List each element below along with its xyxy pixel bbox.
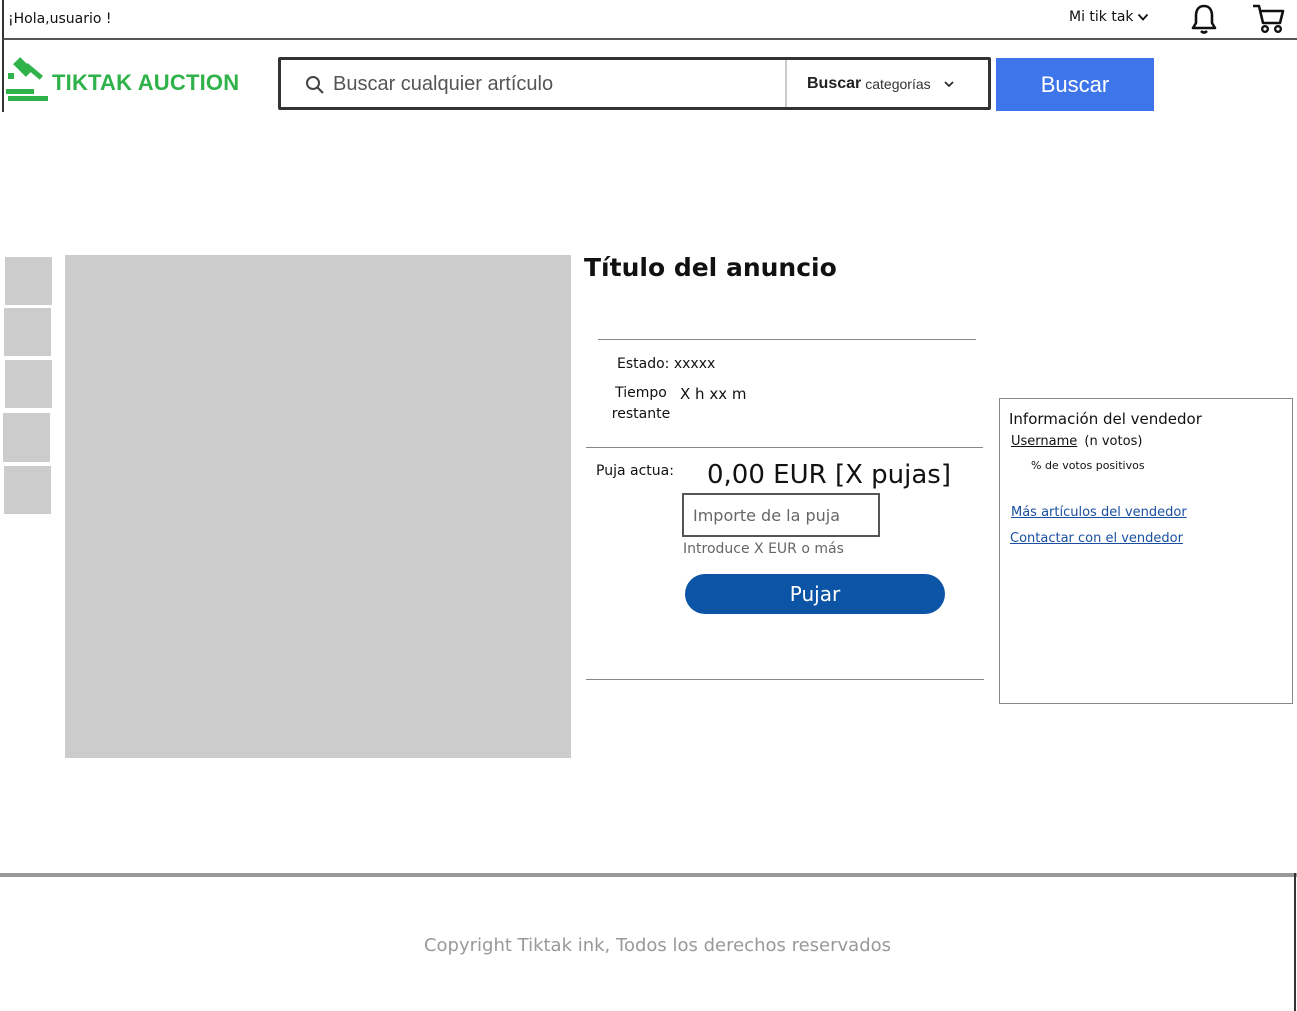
cart-icon[interactable] <box>1252 3 1286 35</box>
tiempo-restante-label: Tiempo restante <box>611 385 671 422</box>
more-seller-items-link[interactable]: Más artículos del vendedor <box>1011 505 1187 520</box>
seller-username-link[interactable]: Username <box>1011 434 1077 449</box>
top-bar: ¡Hola,usuario ! Mi tik tak <box>2 0 1297 40</box>
logo-text: TIKTAK AUCTION <box>52 70 240 95</box>
seller-user-row: Username (n votos) <box>1011 434 1142 449</box>
listing-title: Título del anuncio <box>584 253 837 282</box>
seller-votes: (n votos) <box>1084 434 1143 449</box>
gavel-logo-icon <box>6 57 48 101</box>
chevron-down-icon <box>1137 13 1148 21</box>
thumbnail-2[interactable] <box>4 308 51 356</box>
chevron-down-icon <box>944 80 954 87</box>
divider <box>586 447 983 448</box>
current-price: 0,00 EUR [X pujas] <box>707 460 951 490</box>
search-icon <box>306 76 324 94</box>
account-menu[interactable]: Mi tik tak <box>1069 9 1149 25</box>
copyright-text: Copyright Tiktak ink, Todos los derechos… <box>423 935 892 956</box>
estado-value: xxxxx <box>673 356 716 372</box>
category-select-label: categorías <box>865 75 931 92</box>
divider <box>598 339 976 340</box>
contact-seller-link[interactable]: Contactar con el vendedor <box>1010 531 1183 546</box>
bell-icon[interactable] <box>1190 3 1218 35</box>
thumbnail-5[interactable] <box>4 466 51 514</box>
greeting-text: ¡Hola,usuario ! <box>8 11 112 27</box>
bid-amount-input[interactable] <box>682 493 880 537</box>
thumbnail-1[interactable] <box>5 257 52 305</box>
footer-divider <box>0 873 1297 877</box>
search-bar: Buscar categorías <box>278 57 991 110</box>
search-button[interactable]: Buscar <box>996 58 1154 111</box>
thumbnail-4[interactable] <box>3 413 50 462</box>
bid-button[interactable]: Pujar <box>685 574 945 614</box>
seller-positive-votes: % de votos positivos <box>1031 459 1145 472</box>
thumbnail-3[interactable] <box>5 360 52 408</box>
seller-info-title: Información del vendedor <box>1009 410 1202 428</box>
category-select-bold: Buscar <box>807 74 862 92</box>
category-select[interactable]: Buscar categorías <box>787 60 988 107</box>
puja-actual-label: Puja actua: <box>596 463 674 479</box>
search-input[interactable] <box>333 68 773 100</box>
tiempo-restante-value: X h xx m <box>680 385 747 403</box>
seller-info-box: Información del vendedor Username (n vot… <box>999 398 1293 704</box>
account-menu-label: Mi tik tak <box>1069 9 1134 25</box>
logo[interactable]: TIKTAK AUCTION <box>4 55 239 105</box>
search-field-area <box>281 60 787 107</box>
bid-hint: Introduce X EUR o más <box>683 541 844 557</box>
estado-label: Estado: <box>617 356 670 372</box>
divider <box>586 679 984 680</box>
main-product-image <box>65 255 571 758</box>
estado-row: Estado: xxxxx <box>617 356 715 372</box>
